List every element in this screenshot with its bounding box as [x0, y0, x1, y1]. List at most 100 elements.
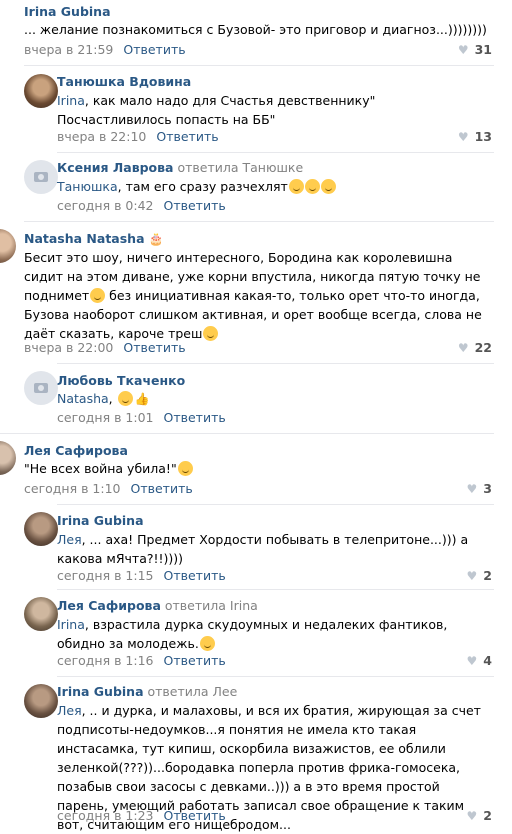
comment-time[interactable]: сегодня в 0:42 [57, 198, 154, 213]
mention-link[interactable]: Natasha [57, 391, 109, 406]
comment-header: Лея Сафирова [24, 443, 128, 458]
avatar[interactable] [0, 441, 16, 475]
author-link[interactable]: Irina Gubina [24, 4, 111, 19]
smirk-emoji-icon [177, 461, 193, 476]
like-count: 13 [474, 129, 492, 144]
like-count: 31 [474, 42, 492, 57]
author-link[interactable]: Irina Gubina [57, 513, 144, 528]
comment-header: Irina Gubina [24, 4, 111, 19]
comment-text: Irina, как мало надо для Счастья девстве… [57, 91, 487, 129]
comment-meta: вчера в 22:00 Ответить [24, 340, 186, 355]
divider [57, 363, 494, 364]
author-link[interactable]: Ксения Лаврова [57, 160, 174, 175]
like-count: 22 [474, 340, 492, 355]
author-link[interactable]: Natasha Natasha [24, 231, 145, 246]
comment-header: Лея Сафирова ответила Irina [57, 598, 258, 613]
comment-time[interactable]: сегодня в 1:16 [57, 653, 154, 668]
comments-thread: Irina Gubina ... желание познакомиться с… [0, 0, 512, 832]
comment-header: Natasha Natasha 🎂 [24, 231, 163, 246]
replied-to[interactable]: ответила Irina [165, 598, 258, 613]
author-link[interactable]: Танюшка Вдовина [57, 74, 191, 89]
heart-icon: ♥ [466, 654, 478, 668]
like-count: 2 [483, 808, 492, 823]
author-link[interactable]: Лея Сафирова [24, 443, 128, 458]
reply-button[interactable]: Ответить [164, 653, 226, 668]
author-link[interactable]: Irina Gubina [57, 684, 144, 699]
comment-time[interactable]: вчера в 22:10 [57, 129, 146, 144]
thumbs-up-icon: 👍 [134, 392, 150, 406]
comment-time[interactable]: сегодня в 1:15 [57, 568, 154, 583]
reply-button[interactable]: Ответить [164, 568, 226, 583]
comment-body: , там его сразу разчехлят [117, 179, 288, 194]
comment-meta: сегодня в 0:42 Ответить [57, 198, 226, 213]
rofl-emoji-icon [304, 179, 320, 194]
avatar[interactable] [24, 684, 58, 718]
comment-header: Любовь Ткаченко [57, 373, 185, 388]
comment-meta: сегодня в 1:23 Ответить [57, 808, 226, 823]
divider [57, 152, 494, 153]
comment-body: , взрастила дурка скудоумных и недалеких… [57, 617, 448, 651]
avatar[interactable] [24, 597, 58, 631]
comment-meta: сегодня в 1:01 Ответить [57, 410, 226, 425]
avatar[interactable] [24, 512, 58, 546]
author-link[interactable]: Лея Сафирова [57, 598, 161, 613]
reply-button[interactable]: Ответить [164, 198, 226, 213]
like-button[interactable]: ♥ 2 [467, 568, 492, 583]
mention-link[interactable]: Irina [57, 617, 85, 632]
reply-button[interactable]: Ответить [131, 481, 193, 496]
comment-meta: сегодня в 1:15 Ответить [57, 568, 226, 583]
avatar[interactable] [0, 229, 16, 263]
mention-link[interactable]: Лея [57, 703, 82, 718]
reply-button[interactable]: Ответить [123, 42, 185, 57]
comment-header: Ксения Лаврова ответила Танюшке [57, 160, 303, 175]
like-button[interactable]: ♥ 13 [458, 129, 492, 144]
reply-button[interactable]: Ответить [164, 410, 226, 425]
heart-icon: ♥ [466, 569, 478, 583]
comment-time[interactable]: сегодня в 1:10 [24, 481, 121, 496]
comment-meta: сегодня в 1:10 Ответить [24, 481, 193, 496]
comment-body: , [108, 391, 113, 406]
comment-body: "Не всех война убила!" [24, 461, 177, 476]
mention-link[interactable]: Irina [57, 93, 85, 108]
like-button[interactable]: ♥ 2 [467, 808, 492, 823]
reply-button[interactable]: Ответить [123, 340, 185, 355]
heart-icon: ♥ [457, 341, 469, 355]
heart-icon: ♥ [457, 43, 469, 57]
comment-header: Танюшка Вдовина [57, 74, 191, 89]
comment-time[interactable]: сегодня в 1:23 [57, 808, 154, 823]
mention-link[interactable]: Танюшка [57, 179, 118, 194]
heart-icon: ♥ [466, 482, 478, 496]
avatar[interactable] [24, 160, 58, 194]
like-count: 2 [483, 568, 492, 583]
like-button[interactable]: ♥ 3 [467, 481, 492, 496]
comment-text: Лея, ... аха! Предмет Хордости побывать … [57, 530, 487, 568]
like-button[interactable]: ♥ 31 [458, 42, 492, 57]
comment-body: , как мало надо для Счастья девственнику… [57, 93, 376, 127]
smirk-emoji-icon [199, 636, 215, 651]
comment-time[interactable]: вчера в 22:00 [24, 340, 113, 355]
heart-icon: ♥ [457, 130, 469, 144]
avatar[interactable] [24, 74, 58, 108]
comment-text: "Не всех война убила!" [24, 459, 494, 478]
comment-text: Natasha, 👍 [57, 389, 487, 409]
replied-to[interactable]: ответила Лее [148, 684, 238, 699]
avatar[interactable] [24, 371, 58, 405]
comment-time[interactable]: вчера в 21:59 [24, 42, 113, 57]
like-button[interactable]: ♥ 4 [467, 653, 492, 668]
reply-button[interactable]: Ответить [156, 129, 218, 144]
comment-text: Бесит это шоу, ничего интересного, Бород… [24, 248, 494, 343]
comment-text: Irina, взрастила дурка скудоумных и неда… [57, 615, 487, 653]
author-link[interactable]: Любовь Ткаченко [57, 373, 185, 388]
mention-link[interactable]: Лея [57, 532, 82, 547]
camera-icon [34, 172, 48, 182]
like-button[interactable]: ♥ 22 [458, 340, 492, 355]
like-count: 3 [483, 481, 492, 496]
replied-to[interactable]: ответила Танюшке [177, 160, 303, 175]
like-count: 4 [483, 653, 492, 668]
comment-time[interactable]: сегодня в 1:01 [57, 410, 154, 425]
comment-text: ... желание познакомиться с Бузовой- это… [24, 22, 487, 37]
divider [0, 433, 494, 434]
grin-emoji-icon [90, 288, 106, 303]
comment-header: Irina Gubina [57, 513, 144, 528]
reply-button[interactable]: Ответить [164, 808, 226, 823]
